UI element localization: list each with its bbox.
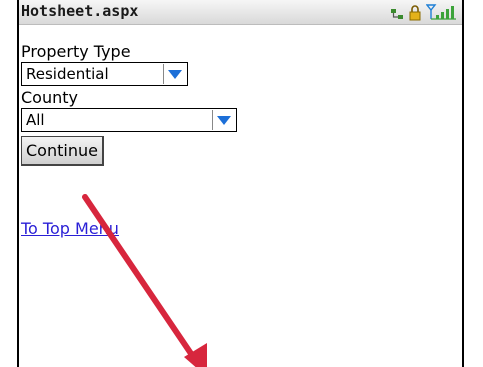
annotation-arrow [82, 194, 207, 367]
